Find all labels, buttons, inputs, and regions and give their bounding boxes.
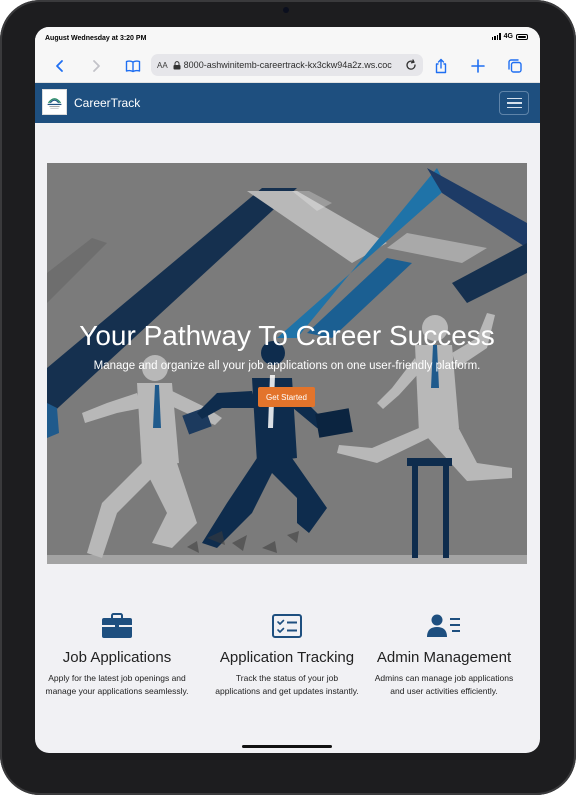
user-list-icon <box>427 614 460 637</box>
feature-title: Job Applications <box>62 649 172 666</box>
features-section: Job Applications Apply for the latest jo… <box>35 597 540 737</box>
battery-icon <box>516 33 528 40</box>
get-started-button[interactable]: Get Started <box>258 387 315 407</box>
feature-admin-management: Admin Management Admins can manage job a… <box>364 612 524 698</box>
hero-section: Your Pathway To Career Success Manage an… <box>47 163 527 564</box>
signal-icon <box>491 33 501 40</box>
feature-description: Track the status of your job application… <box>215 673 359 697</box>
feature-job-applications: Job Applications Apply for the latest jo… <box>37 612 197 698</box>
new-tab-icon[interactable] <box>467 55 489 77</box>
lock-icon <box>173 60 181 69</box>
feature-description: Admins can manage job applications and u… <box>374 673 514 697</box>
back-icon[interactable] <box>49 55 71 77</box>
camera <box>283 7 289 13</box>
status-bar: August Wednesday at 3:20 PM 4G <box>35 27 540 49</box>
bookmarks-icon[interactable] <box>122 55 144 77</box>
text-size-button[interactable]: AA <box>157 61 168 70</box>
status-indicators: 4G <box>491 33 528 40</box>
feature-application-tracking: Application Tracking Track the status of… <box>207 612 367 698</box>
status-time: August Wednesday at 3:20 PM <box>45 35 147 42</box>
tablet-frame: August Wednesday at 3:20 PM 4G AA 8000-a… <box>0 0 576 795</box>
briefcase-icon <box>102 613 132 638</box>
menu-toggle-button[interactable] <box>499 91 529 115</box>
address-bar[interactable]: AA 8000-ashwinitemb-careertrack-kx3ckw94… <box>151 54 423 76</box>
forward-icon[interactable] <box>85 55 107 77</box>
hero-subtitle: Manage and organize all your job applica… <box>93 360 481 372</box>
reload-icon[interactable] <box>405 59 417 71</box>
checklist-icon <box>272 614 302 638</box>
home-indicator[interactable] <box>242 745 332 748</box>
feature-title: Application Tracking <box>219 649 355 666</box>
feature-description: Apply for the latest job openings and ma… <box>45 673 189 697</box>
hero-title: Your Pathway To Career Success <box>79 320 495 351</box>
share-icon[interactable] <box>430 55 452 77</box>
url-text: 8000-ashwinitemb-careertrack-kx3ckw94a2z… <box>183 60 392 70</box>
feature-title: Admin Management <box>376 649 512 666</box>
brand-name[interactable]: CareerTrack <box>74 96 140 110</box>
browser-toolbar: AA 8000-ashwinitemb-careertrack-kx3ckw94… <box>35 49 540 83</box>
screen: August Wednesday at 3:20 PM 4G AA 8000-a… <box>35 27 540 753</box>
network-label: 4G <box>503 33 513 40</box>
site-logo[interactable] <box>42 89 67 115</box>
tabs-icon[interactable] <box>504 55 526 77</box>
site-navbar: CareerTrack <box>35 83 540 123</box>
text-size-label: AA <box>157 60 168 70</box>
